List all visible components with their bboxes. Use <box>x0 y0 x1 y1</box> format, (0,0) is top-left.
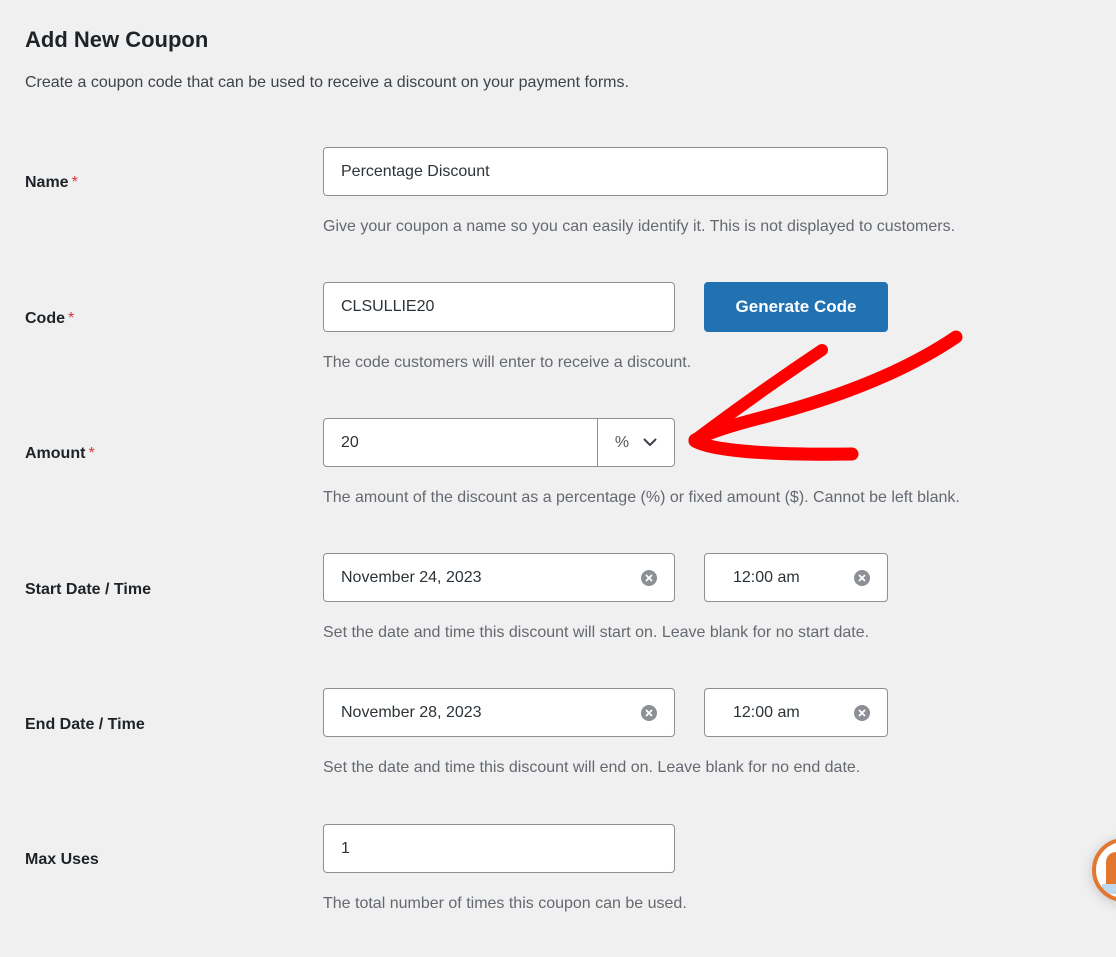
end-date-time-label: End Date / Time <box>25 716 145 734</box>
clear-circle-icon[interactable] <box>854 704 870 721</box>
end-label-text: End Date / Time <box>25 716 145 733</box>
start-time-field-wrapper <box>704 553 888 602</box>
start-help-text: Set the date and time this discount will… <box>323 624 870 641</box>
amount-input[interactable] <box>324 419 597 466</box>
mascot-base <box>1102 884 1116 894</box>
unit-selected-value: % <box>614 433 630 451</box>
max-uses-label-text: Max Uses <box>25 851 99 868</box>
max-uses-label: Max Uses <box>25 851 99 869</box>
clear-circle-icon[interactable] <box>854 569 870 586</box>
start-date-field-wrapper <box>323 553 675 602</box>
code-label-text: Code <box>25 310 65 327</box>
start-date-time-label: Start Date / Time <box>25 581 151 599</box>
clear-circle-icon[interactable] <box>641 569 657 586</box>
page-description: Create a coupon code that can be used to… <box>25 74 629 91</box>
arrow-lower-arm <box>688 434 859 461</box>
arrow-upper-arm <box>689 344 828 446</box>
start-label-text: Start Date / Time <box>25 581 151 598</box>
required-asterisk: * <box>71 174 78 191</box>
name-help-text: Give your coupon a name so you can easil… <box>323 218 956 235</box>
name-field-wrapper <box>323 147 888 196</box>
clear-circle-icon[interactable] <box>641 704 657 721</box>
name-label-text: Name <box>25 174 69 191</box>
code-field-wrapper <box>323 282 675 332</box>
end-time-field-wrapper <box>704 688 888 737</box>
amount-label-text: Amount <box>25 445 86 462</box>
amount-label: Amount * <box>25 445 95 463</box>
end-help-text: Set the date and time this discount will… <box>323 759 861 776</box>
generate-code-button[interactable]: Generate Code <box>704 282 888 332</box>
mascot-figure <box>1106 852 1116 888</box>
max-uses-help-text: The total number of times this coupon ca… <box>323 895 687 912</box>
amount-field-wrapper: % <box>323 418 675 467</box>
chevron-down-icon <box>643 438 657 446</box>
code-label: Code * <box>25 310 74 328</box>
annotation-arrow <box>688 330 963 461</box>
name-input[interactable] <box>324 148 887 195</box>
page-title: Add New Coupon <box>25 27 209 52</box>
required-asterisk: * <box>88 445 95 462</box>
end-date-field-wrapper <box>323 688 675 737</box>
amount-help-text: The amount of the discount as a percenta… <box>323 489 960 506</box>
amount-unit-select[interactable]: % <box>597 419 674 466</box>
name-label: Name * <box>25 174 78 192</box>
end-time-input[interactable] <box>705 689 854 736</box>
start-date-input[interactable] <box>324 554 641 601</box>
required-asterisk: * <box>68 310 75 327</box>
arrow-shaft <box>688 330 963 447</box>
end-date-input[interactable] <box>324 689 641 736</box>
mascot-badge-icon[interactable] <box>1092 838 1116 902</box>
code-input[interactable] <box>324 283 674 331</box>
code-help-text: The code customers will enter to receive… <box>323 354 692 371</box>
max-uses-field-wrapper <box>323 824 675 873</box>
max-uses-input[interactable] <box>324 825 674 872</box>
start-time-input[interactable] <box>705 554 854 601</box>
